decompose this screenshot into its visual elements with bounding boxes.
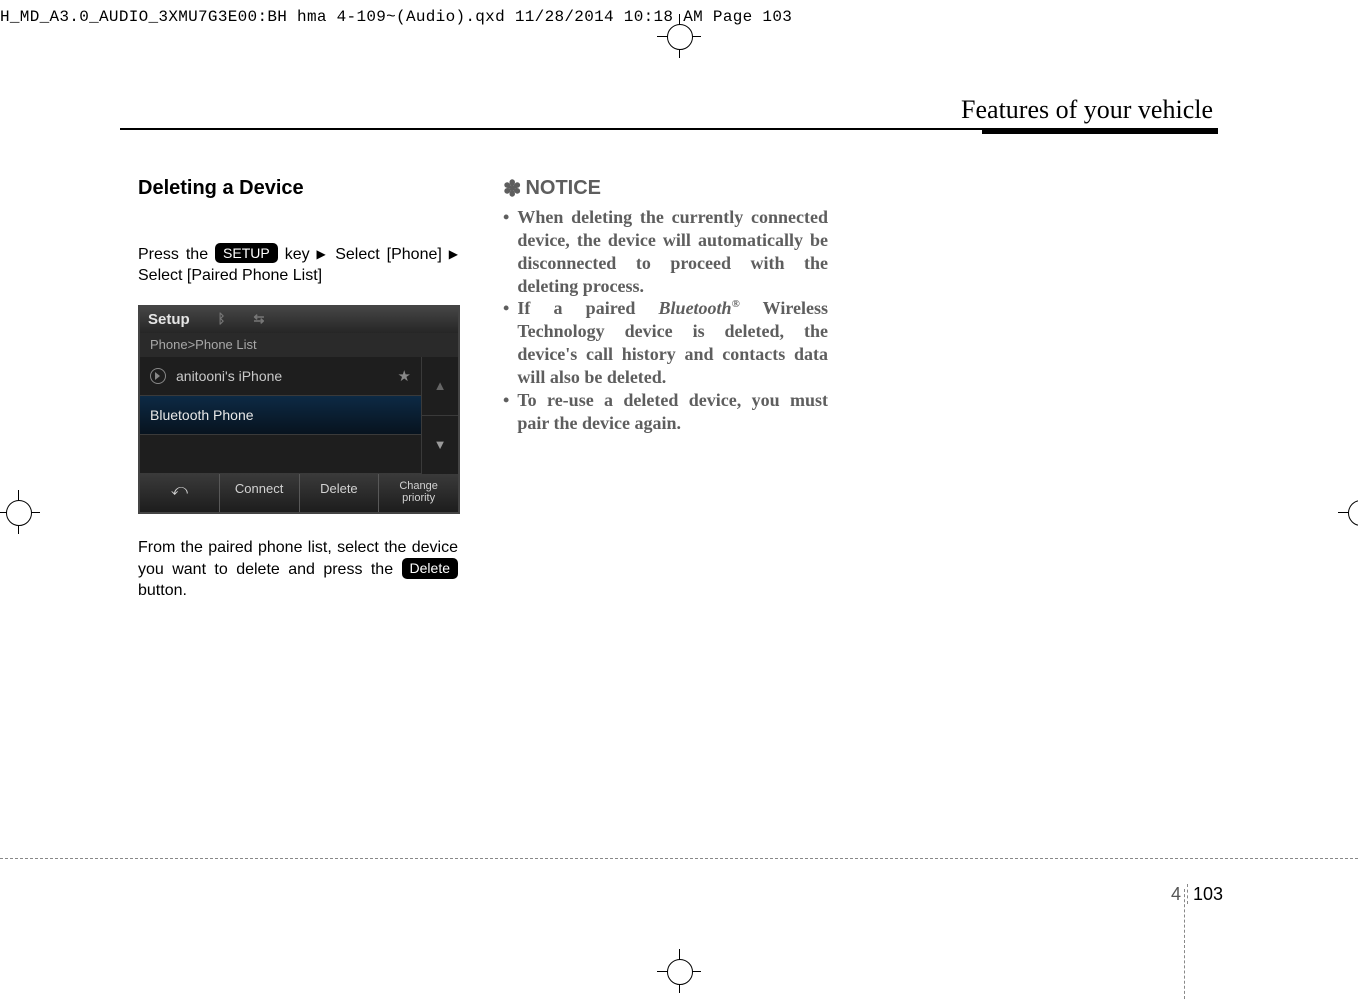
- bluetooth-icon: ᛒ: [218, 311, 226, 328]
- header-rule-thick: [982, 130, 1218, 134]
- back-icon: ⤺: [171, 482, 188, 499]
- notice-item-2-text: If a paired Bluetooth® Wireless Technolo…: [517, 297, 828, 388]
- registration-mark-bottom: [657, 949, 701, 993]
- link-icon: ⇆: [253, 311, 264, 328]
- p1-text-c: Select [Phone]: [335, 246, 449, 263]
- instruction-paragraph-1: Press the SETUP key ▶ Select [Phone] ▶ S…: [138, 243, 458, 287]
- registration-mark-top: [657, 14, 701, 58]
- instruction-paragraph-2: From the paired phone list, select the d…: [138, 538, 458, 602]
- change-priority-button: Change priority: [379, 474, 458, 511]
- asterisk-icon: ✽: [503, 176, 521, 201]
- right-column: ✽NOTICE • When deleting the currently co…: [503, 175, 828, 435]
- notice-item-1: • When deleting the currently connected …: [503, 206, 828, 297]
- triangle-icon: ▶: [449, 247, 458, 261]
- play-icon: [150, 368, 166, 384]
- bullet-icon: •: [503, 206, 509, 297]
- bullet-icon: •: [503, 389, 509, 435]
- scroll-up-icon: ▲: [422, 357, 458, 416]
- bullet-icon: •: [503, 297, 509, 388]
- shot-title: Setup: [148, 310, 190, 330]
- running-head: Features of your vehicle: [961, 95, 1213, 125]
- page-no: 103: [1188, 884, 1223, 904]
- registration-mark-right: [1338, 490, 1358, 534]
- shot-footer: ⤺ Connect Delete Change priority: [140, 474, 458, 511]
- crop-dash-horizontal: [0, 858, 1358, 859]
- phone-row-1: anitooni's iPhone ★: [140, 357, 421, 396]
- left-column: Deleting a Device Press the SETUP key ▶ …: [138, 175, 458, 602]
- phone-row-empty: [140, 435, 421, 474]
- p1-text-b: key: [285, 246, 310, 263]
- page-number: 4103: [1171, 884, 1223, 905]
- notice-item-1-text: When deleting the currently connected de…: [517, 206, 828, 297]
- scroll-arrows: ▲ ▼: [421, 357, 458, 474]
- shot-title-bar: Setup ᛒ ⇆: [140, 307, 458, 333]
- connect-button: Connect: [220, 474, 300, 511]
- phone-row-2-label: Bluetooth Phone: [150, 406, 411, 424]
- notice-heading: ✽NOTICE: [503, 175, 828, 203]
- p1-text-a: Press the: [138, 246, 215, 263]
- star-icon: ★: [398, 367, 411, 387]
- notice-label: NOTICE: [525, 177, 601, 199]
- delete-chip: Delete: [402, 558, 458, 578]
- item2-a: If a paired: [517, 298, 658, 318]
- bluetooth-word: Bluetooth: [659, 298, 732, 318]
- p2-text-b: button.: [138, 582, 187, 599]
- section-title: Deleting a Device: [138, 175, 458, 201]
- setup-key-chip: SETUP: [215, 243, 278, 263]
- phone-row-2: Bluetooth Phone: [140, 396, 421, 435]
- phone-row-1-label: anitooni's iPhone: [176, 367, 388, 385]
- shot-breadcrumb: Phone>Phone List: [140, 333, 458, 358]
- back-button: ⤺: [140, 474, 220, 511]
- device-screenshot: Setup ᛒ ⇆ Phone>Phone List anitooni's iP…: [138, 305, 460, 514]
- section-number: 4: [1171, 884, 1188, 904]
- notice-item-2: • If a paired Bluetooth® Wireless Techno…: [503, 297, 828, 388]
- notice-item-3-text: To re-use a deleted device, you must pai…: [517, 389, 828, 435]
- change-label-2: priority: [381, 493, 456, 505]
- p1-text-d: Select [Paired Phone List]: [138, 267, 322, 284]
- registered-icon: ®: [732, 298, 740, 310]
- crop-dash-vertical: [1184, 889, 1185, 999]
- scroll-down-icon: ▼: [422, 416, 458, 474]
- triangle-icon: ▶: [317, 247, 329, 261]
- registration-mark-left: [0, 490, 40, 534]
- delete-button: Delete: [300, 474, 380, 511]
- notice-item-3: • To re-use a deleted device, you must p…: [503, 389, 828, 435]
- notice-list: • When deleting the currently connected …: [503, 206, 828, 435]
